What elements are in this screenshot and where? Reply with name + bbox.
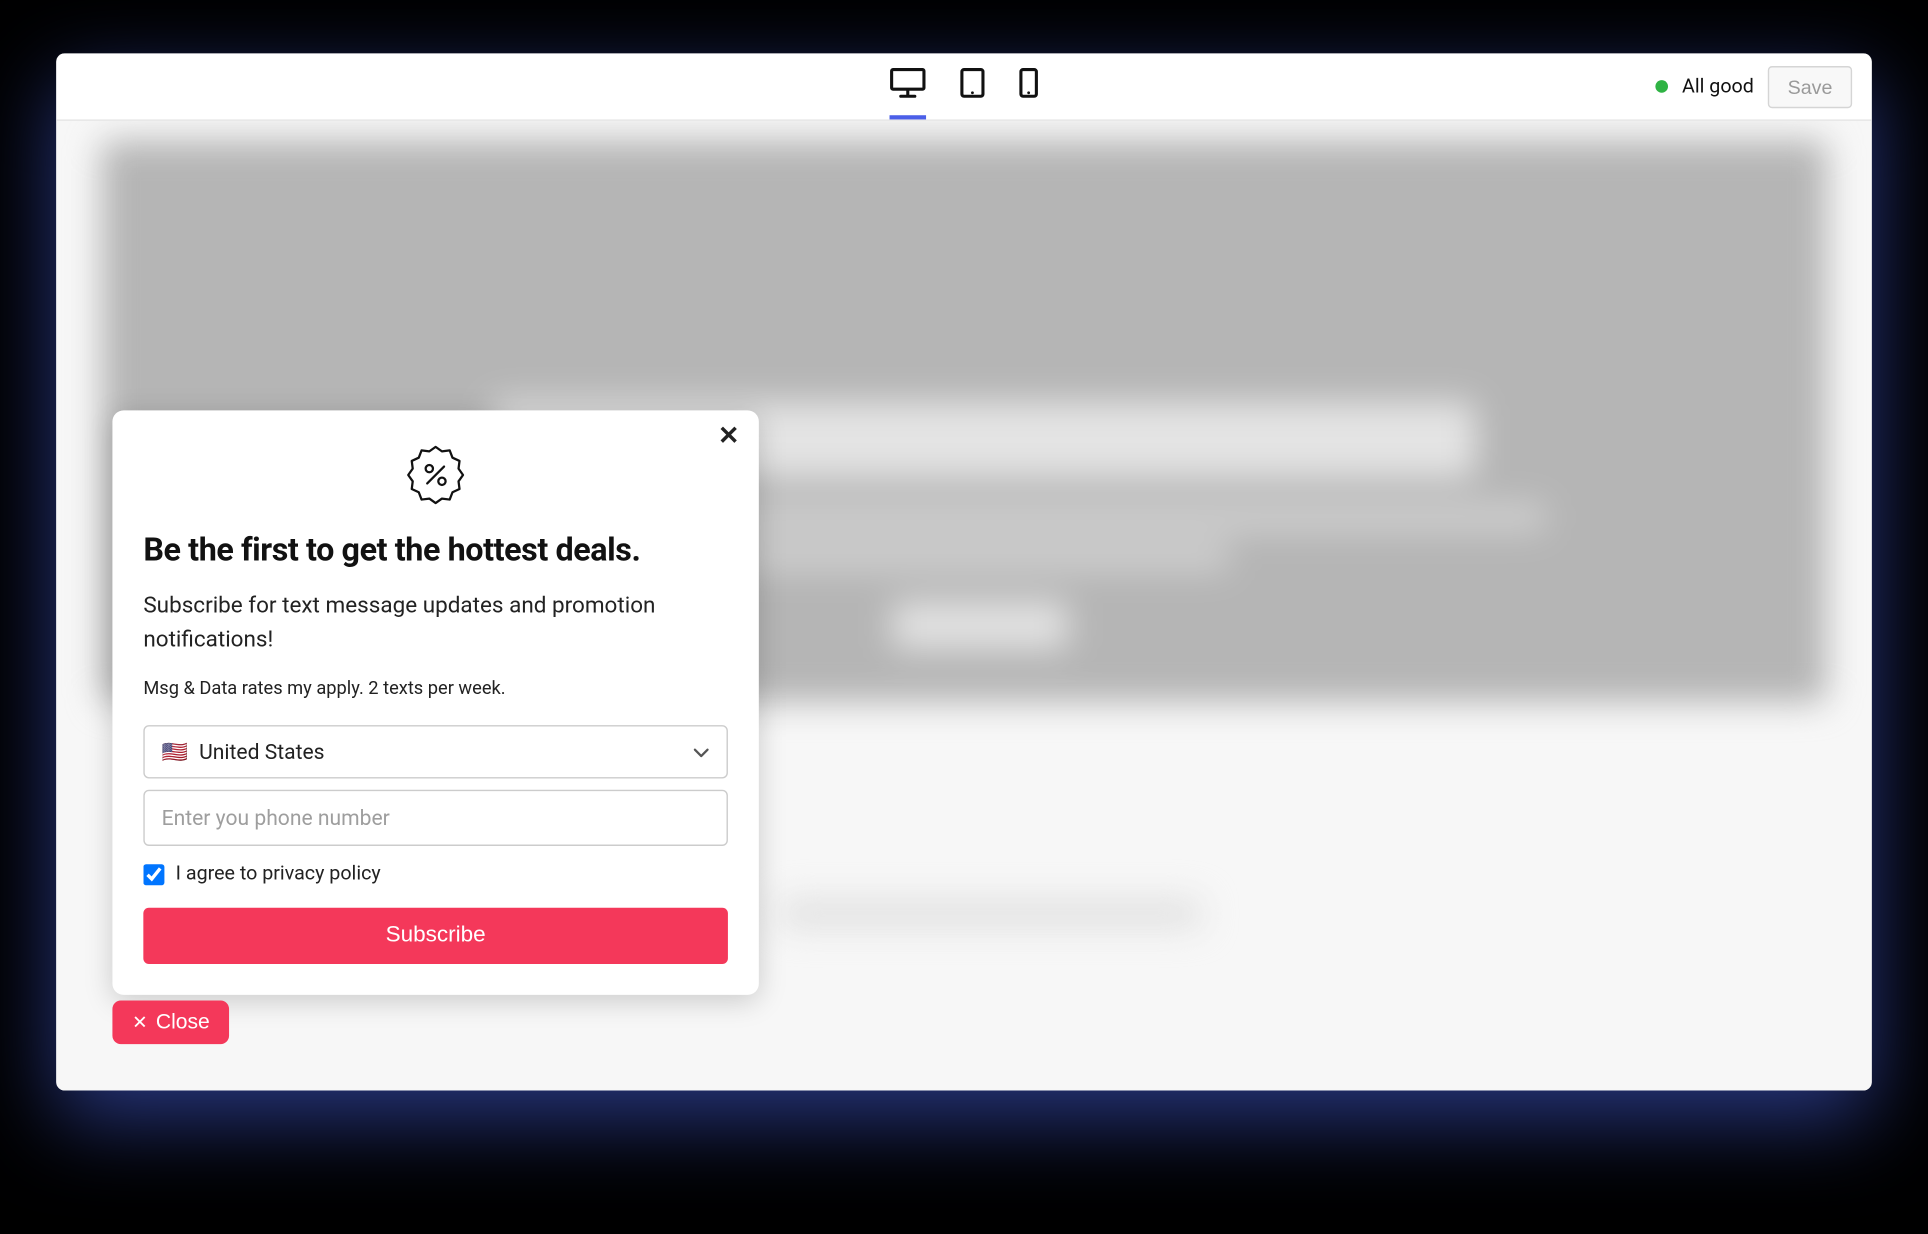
preview-area: ✕ Be the first to get the hottest deals.… bbox=[56, 121, 1872, 1091]
popup-title: Be the first to get the hottest deals. bbox=[143, 531, 728, 569]
device-switcher bbox=[890, 53, 1039, 119]
device-tab-mobile[interactable] bbox=[1019, 53, 1039, 119]
tablet-icon bbox=[960, 67, 985, 98]
editor-canvas: All good Save ✕ bbox=[56, 53, 1872, 1090]
popup-subtitle: Subscribe for text message updates and p… bbox=[143, 589, 728, 656]
device-tab-desktop[interactable] bbox=[890, 53, 927, 119]
country-select[interactable]: 🇺🇸 United States bbox=[143, 725, 728, 778]
percent-badge-icon bbox=[143, 444, 728, 506]
desktop-icon bbox=[890, 67, 927, 98]
status-text: All good bbox=[1682, 75, 1754, 97]
agree-checkbox[interactable] bbox=[143, 864, 164, 885]
editor-topbar: All good Save bbox=[56, 53, 1872, 120]
close-x-icon: ✕ bbox=[132, 1013, 147, 1031]
agree-row[interactable]: I agree to privacy policy bbox=[143, 863, 728, 885]
status-cluster: All good Save bbox=[1655, 65, 1852, 107]
close-icon[interactable]: ✕ bbox=[718, 424, 739, 449]
subscribe-popup: ✕ Be the first to get the hottest deals.… bbox=[112, 410, 758, 995]
close-label: Close bbox=[156, 1010, 210, 1034]
status-dot-icon bbox=[1655, 80, 1668, 93]
popup-fine-print: Msg & Data rates my apply. 2 texts per w… bbox=[143, 679, 728, 700]
flag-icon: 🇺🇸 bbox=[162, 739, 188, 764]
subscribe-button[interactable]: Subscribe bbox=[143, 908, 728, 964]
chevron-down-icon bbox=[693, 739, 710, 764]
mobile-icon bbox=[1019, 67, 1039, 98]
device-tab-tablet[interactable] bbox=[960, 53, 985, 119]
phone-input[interactable] bbox=[143, 790, 728, 846]
close-button[interactable]: ✕ Close bbox=[112, 1001, 229, 1045]
save-button[interactable]: Save bbox=[1768, 65, 1852, 107]
country-name: United States bbox=[199, 739, 324, 764]
agree-label: I agree to privacy policy bbox=[176, 863, 381, 885]
